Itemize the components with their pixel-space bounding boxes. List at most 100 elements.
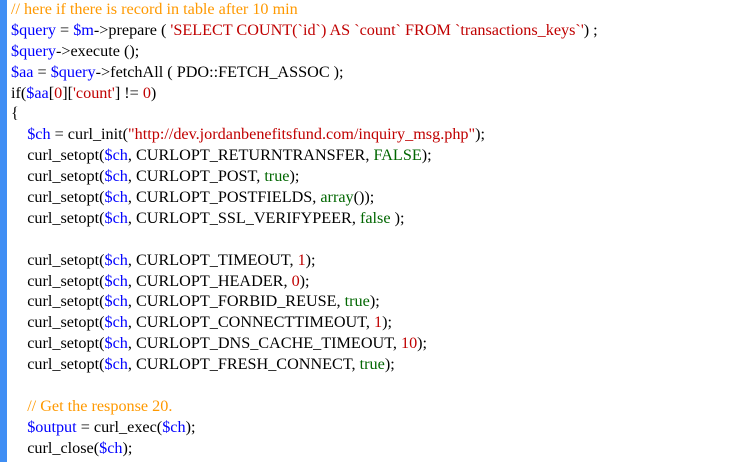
code-line: curl_setopt($ch, CURLOPT_FORBID_REUSE, t… xyxy=(11,291,598,312)
code-token-string: 'SELECT COUNT(`id`) AS `count` FROM `tra… xyxy=(170,20,584,39)
code-token-boolean: true xyxy=(359,355,385,374)
code-line: curl_setopt($ch, CURLOPT_SSL_VERIFYPEER,… xyxy=(11,208,598,229)
code-token-plain: ] != xyxy=(114,83,143,102)
code-token-variable: $query xyxy=(50,62,96,81)
code-line: curl_setopt($ch, CURLOPT_FRESH_CONNECT, … xyxy=(11,354,598,375)
code-token-plain: , CURLOPT_DNS_CACHE_TIMEOUT, xyxy=(127,334,401,353)
code-token-plain: , CURLOPT_RETURNTRANSFER, xyxy=(127,146,374,165)
code-token-number: 0 xyxy=(291,271,300,290)
code-token-plain: ()); xyxy=(353,188,375,207)
code-line: $query = $m->prepare ( 'SELECT COUNT(`id… xyxy=(11,20,598,41)
code-token-plain: { xyxy=(11,104,19,123)
code-token-variable: $output xyxy=(27,417,77,436)
code-area[interactable]: // here if there is record in table afte… xyxy=(11,0,598,459)
code-token-variable: $aa xyxy=(11,62,34,81)
code-token-variable: $ch xyxy=(104,167,128,186)
code-token-plain: ); xyxy=(382,313,392,332)
code-line: curl_setopt($ch, CURLOPT_HEADER, 0); xyxy=(11,271,598,292)
code-token-plain: curl_setopt( xyxy=(11,271,105,290)
code-token-plain: ); xyxy=(369,292,380,311)
code-token-variable: $ch xyxy=(104,208,128,227)
code-token-variable: $ch xyxy=(99,438,123,457)
code-token-comment: // here if there is record in table afte… xyxy=(11,0,298,18)
code-token-variable: $ch xyxy=(162,417,186,436)
code-token-plain: ) xyxy=(150,83,157,102)
code-token-plain: ); xyxy=(289,167,300,186)
code-token-plain: curl_setopt( xyxy=(11,355,105,374)
code-line: curl_setopt($ch, CURLOPT_DNS_CACHE_TIMEO… xyxy=(11,333,598,354)
code-token-number: 0 xyxy=(142,83,151,102)
code-token-plain: curl_setopt( xyxy=(11,146,105,165)
code-token-boolean: true xyxy=(264,167,290,186)
code-line: // Get the response 20. xyxy=(11,396,598,417)
code-token-number: 1 xyxy=(297,250,306,269)
code-line: curl_setopt($ch, CURLOPT_POSTFIELDS, arr… xyxy=(11,187,598,208)
code-token-plain: , CURLOPT_FRESH_CONNECT, xyxy=(127,355,360,374)
code-token-plain: , CURLOPT_FORBID_REUSE, xyxy=(127,292,345,311)
code-token-variable: $query xyxy=(11,41,56,60)
code-token-plain: curl_setopt( xyxy=(11,313,105,332)
code-token-plain: , CURLOPT_HEADER, xyxy=(127,271,292,290)
code-line: curl_setopt($ch, CURLOPT_CONNECTTIMEOUT,… xyxy=(11,312,598,333)
code-token-plain: ->fetchAll ( PDO::FETCH_ASSOC ); xyxy=(95,62,344,81)
code-line: $query->execute (); xyxy=(11,41,598,62)
code-line: curl_setopt($ch, CURLOPT_POST, true); xyxy=(11,166,598,187)
code-token-plain: ); xyxy=(384,355,395,374)
code-line: $ch = curl_init("http://dev.jordanbenefi… xyxy=(11,124,598,145)
code-token-boolean: true xyxy=(344,292,370,311)
code-token-plain: ); xyxy=(417,334,428,353)
code-token-plain: , CURLOPT_SSL_VERIFYPEER, xyxy=(127,208,360,227)
code-line: curl_close($ch); xyxy=(11,438,598,459)
code-token-boolean: array xyxy=(320,188,354,207)
code-token-variable: $query xyxy=(11,20,56,39)
code-token-plain: ) ; xyxy=(583,20,598,39)
editor-gutter-bar xyxy=(0,0,7,462)
code-token-variable: $ch xyxy=(104,146,128,165)
code-token-plain: curl_setopt( xyxy=(11,292,105,311)
code-editor[interactable]: // here if there is record in table afte… xyxy=(0,0,733,462)
code-token-plain: = xyxy=(55,20,74,39)
code-token-plain: ); xyxy=(305,250,316,269)
code-token-plain: , CURLOPT_CONNECTTIMEOUT, xyxy=(127,313,374,332)
code-token-string: "http://dev.jordanbenefitsfund.com/inqui… xyxy=(128,125,476,144)
code-token-plain: ][ xyxy=(62,83,74,102)
code-token-plain: curl_setopt( xyxy=(11,167,105,186)
code-token-plain: ); xyxy=(299,271,310,290)
code-token-plain: = curl_init( xyxy=(50,125,129,144)
code-token-string: 'count' xyxy=(73,83,115,102)
code-token-number: 10 xyxy=(400,334,418,353)
code-token-number: 1 xyxy=(374,313,383,332)
code-token-variable: $ch xyxy=(104,271,128,290)
code-line: curl_setopt($ch, CURLOPT_RETURNTRANSFER,… xyxy=(11,145,598,166)
code-token-plain: ); xyxy=(185,417,196,436)
code-token-variable: $m xyxy=(73,20,94,39)
code-line: { xyxy=(11,103,598,124)
code-line: $aa = $query->fetchAll ( PDO::FETCH_ASSO… xyxy=(11,62,598,83)
code-token-plain: = xyxy=(33,62,51,81)
code-token-plain: curl_setopt( xyxy=(11,188,105,207)
code-token-plain: ); xyxy=(421,146,432,165)
code-token-variable: $ch xyxy=(104,188,128,207)
code-token-variable: $ch xyxy=(104,250,128,269)
code-token-plain: curl_setopt( xyxy=(11,334,105,353)
code-token-plain: ); xyxy=(390,208,405,227)
code-token-boolean: FALSE xyxy=(373,146,422,165)
code-token-variable: $ch xyxy=(104,334,128,353)
code-token-variable: $ch xyxy=(27,125,51,144)
code-token-plain: ->prepare ( xyxy=(93,20,171,39)
code-token-plain: ->execute (); xyxy=(55,41,140,60)
code-token-variable: $aa xyxy=(26,83,49,102)
code-token-boolean: false xyxy=(359,208,391,227)
code-token-comment: // Get the response 20. xyxy=(27,396,173,415)
code-token-plain: , CURLOPT_TIMEOUT, xyxy=(127,250,298,269)
code-line: curl_setopt($ch, CURLOPT_TIMEOUT, 1); xyxy=(11,250,598,271)
code-token-variable: $ch xyxy=(104,313,128,332)
code-line: $output = curl_exec($ch); xyxy=(11,417,598,438)
code-line: // here if there is record in table afte… xyxy=(11,0,598,20)
code-token-plain: , CURLOPT_POSTFIELDS, xyxy=(127,188,321,207)
